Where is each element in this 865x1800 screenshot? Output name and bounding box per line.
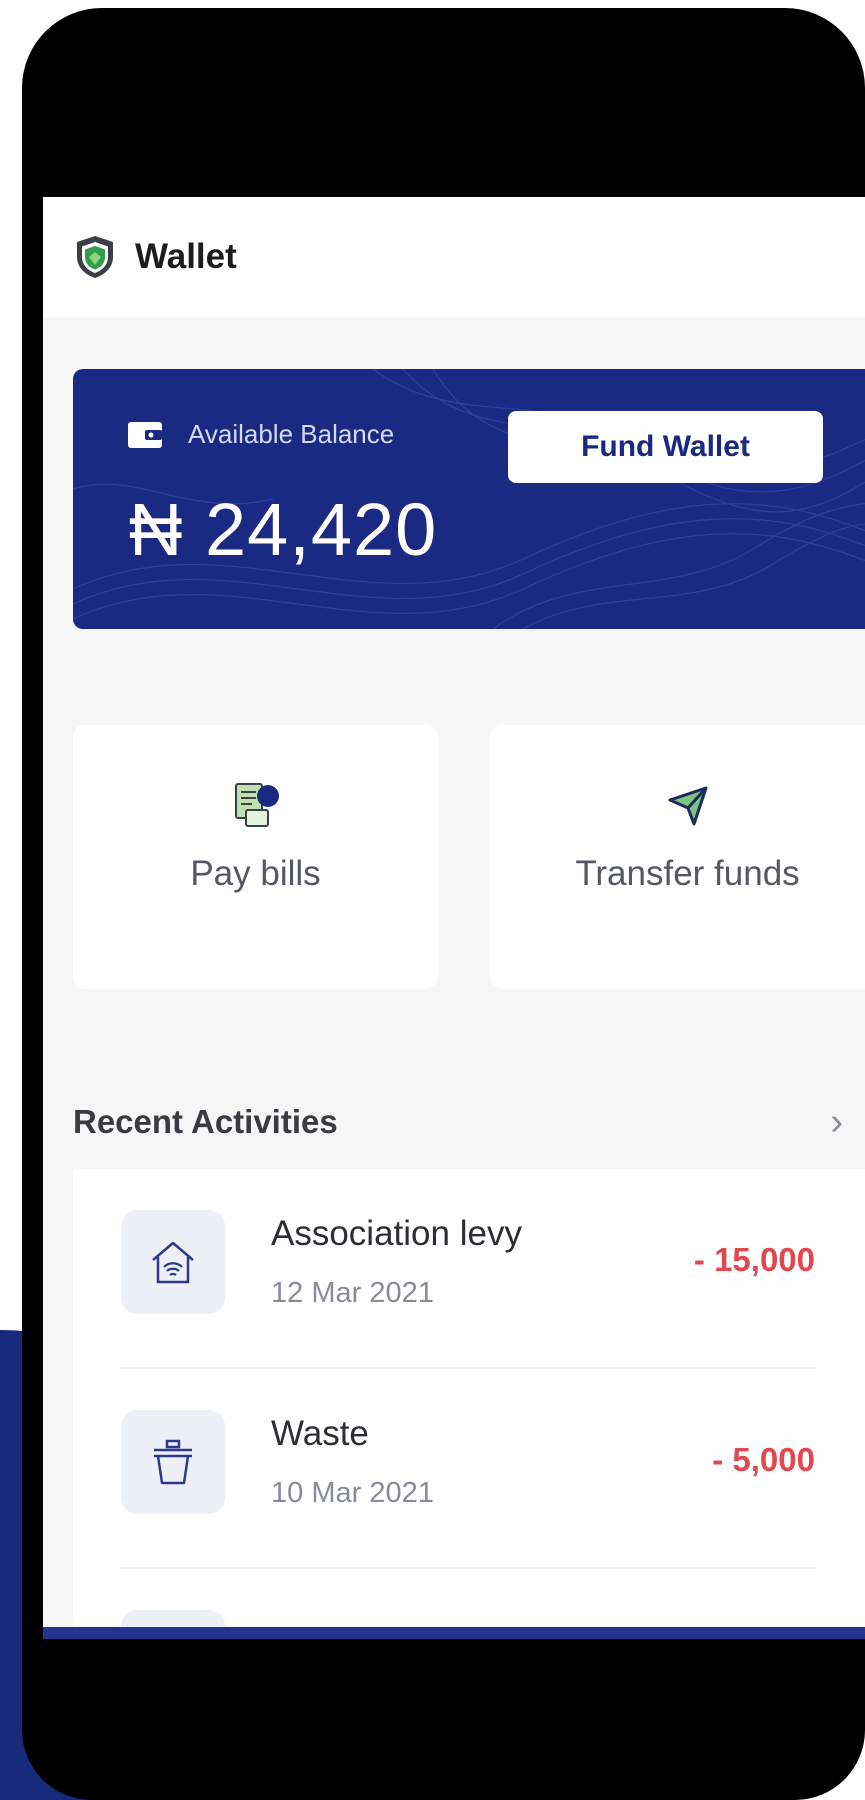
chevron-right-icon[interactable]: › — [830, 1101, 843, 1144]
activity-thumb — [121, 1610, 225, 1627]
recent-activities-title: Recent Activities — [73, 1103, 338, 1140]
balance-card: Available Balance ₦ 24,420 Fund Wallet — [73, 369, 865, 629]
balance-amount: ₦ 24,420 — [129, 488, 438, 571]
page-title: Wallet — [135, 237, 237, 276]
transfer-funds-label: Transfer funds — [575, 854, 800, 893]
pay-bills-label: Pay bills — [190, 854, 321, 893]
list-item[interactable]: Association levy 12 Mar 2021 - 15,000 — [121, 1169, 815, 1369]
activity-name: Association levy — [271, 1214, 522, 1253]
app-header: Wallet — [43, 197, 865, 317]
balance-label-row: Available Balance — [128, 419, 394, 450]
bottom-bar — [43, 1627, 865, 1639]
bill-receipt-icon — [234, 783, 279, 827]
transfer-funds-button[interactable]: Transfer funds — [490, 725, 865, 989]
activity-name: Waste — [271, 1414, 369, 1453]
app-screen: Wallet Available Balance ₦ 24,420 Fund W… — [43, 197, 865, 1627]
activity-list: Association levy 12 Mar 2021 - 15,000 Wa… — [73, 1169, 865, 1627]
activity-date: 10 Mar 2021 — [271, 1477, 434, 1509]
pay-bills-button[interactable]: Pay bills — [73, 725, 438, 989]
recent-activities-header: Recent Activities › — [73, 1097, 865, 1147]
activity-thumb — [121, 1210, 225, 1314]
shield-logo-icon — [77, 236, 113, 278]
wallet-icon — [128, 421, 162, 448]
house-wifi-icon — [152, 1241, 194, 1284]
list-item-partial — [121, 1569, 815, 1627]
balance-label: Available Balance — [188, 419, 395, 449]
activity-thumb — [121, 1410, 225, 1514]
activity-date: 12 Mar 2021 — [271, 1277, 434, 1309]
activity-amount: - 15,000 — [693, 1241, 815, 1278]
fund-wallet-button[interactable]: Fund Wallet — [508, 411, 823, 483]
send-arrow-icon — [668, 786, 707, 826]
list-item[interactable]: Waste 10 Mar 2021 - 5,000 — [121, 1369, 815, 1569]
trash-bin-icon — [154, 1439, 192, 1485]
activity-amount: - 5,000 — [712, 1441, 815, 1478]
